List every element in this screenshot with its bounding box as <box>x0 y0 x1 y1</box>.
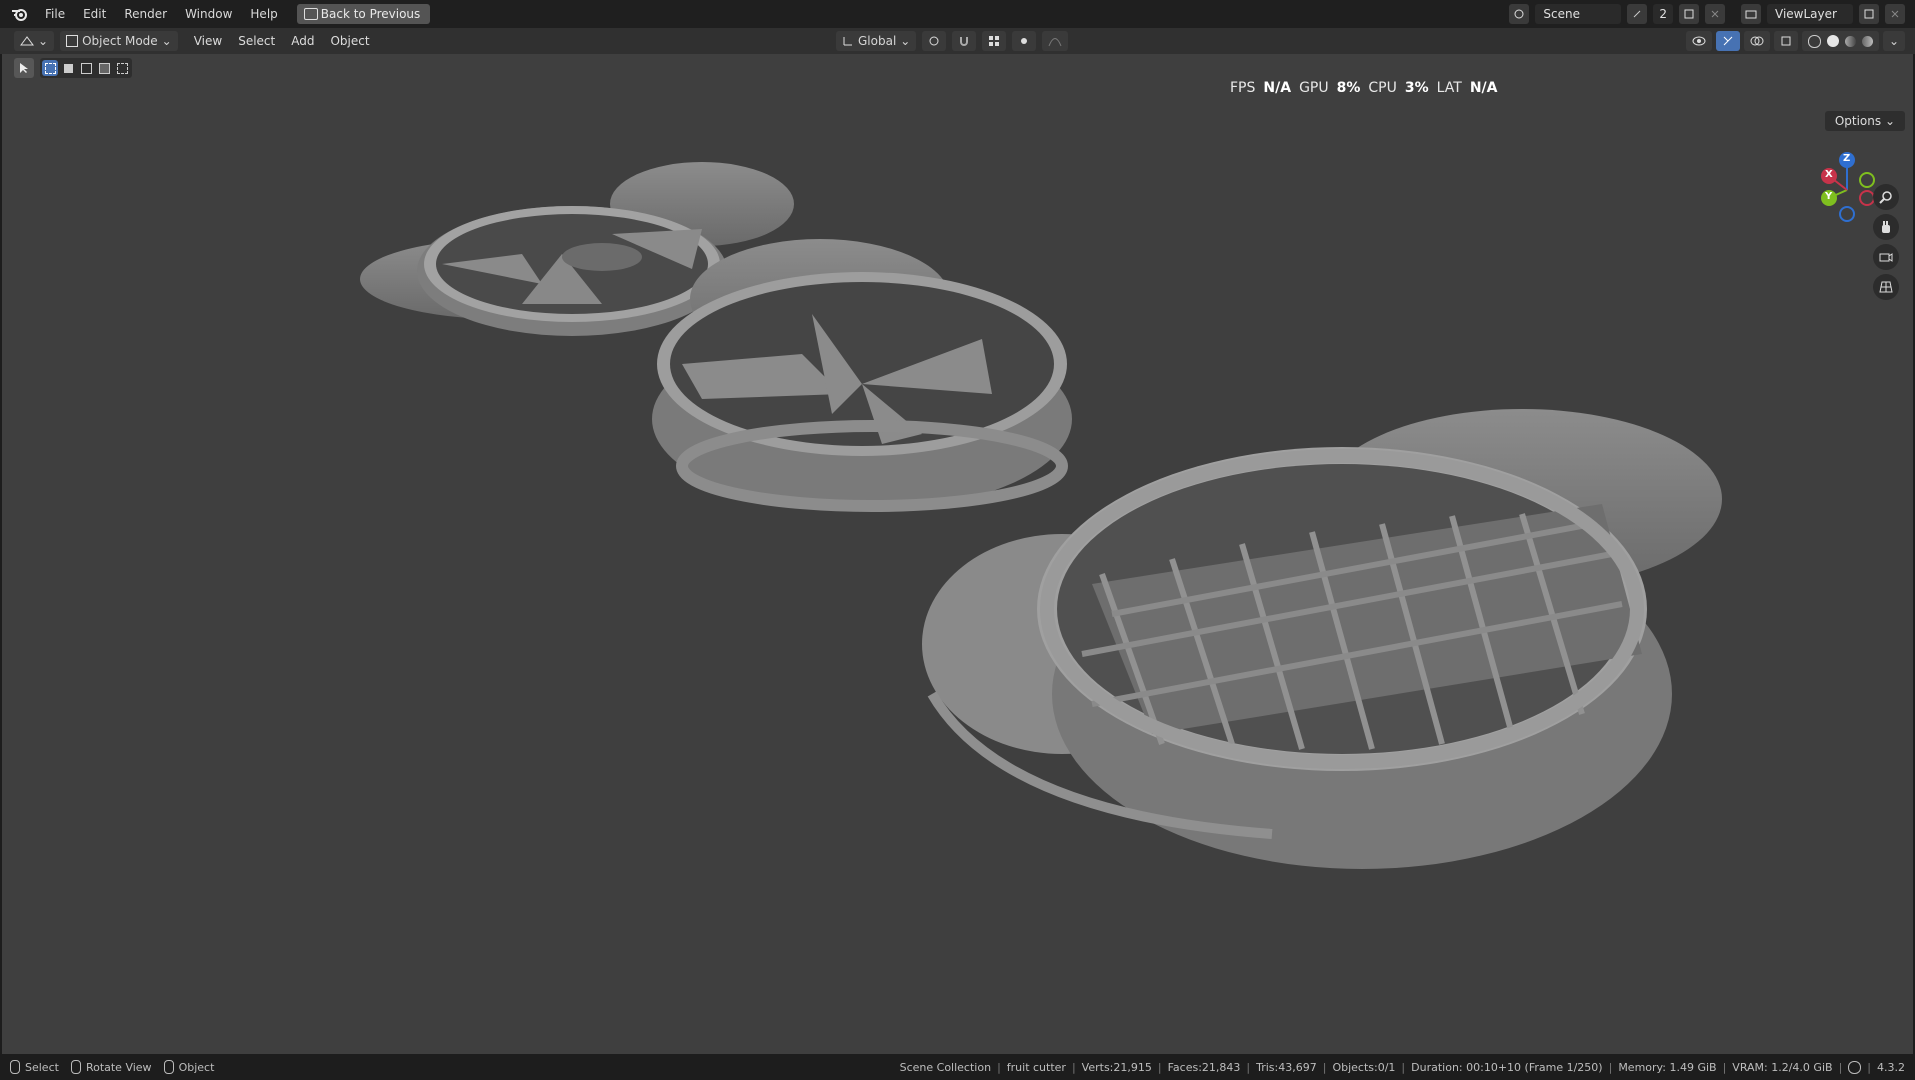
object-mode-label: Object Mode <box>82 34 158 48</box>
stat-tris: Tris:43,697 <box>1256 1060 1317 1074</box>
snap-grid-icon <box>989 36 1000 46</box>
gizmo-toggle[interactable] <box>1715 31 1740 51</box>
view-layer-field[interactable]: ViewLayer <box>1767 4 1853 24</box>
back-to-previous-label: Back to Previous <box>320 7 421 21</box>
header-menu-add[interactable]: Add <box>283 31 322 51</box>
material-shading-icon[interactable] <box>1844 35 1856 47</box>
globe-icon <box>1848 1060 1862 1074</box>
status-hints: Select Rotate View Object <box>10 1060 214 1074</box>
shading-mode-group <box>1801 31 1879 51</box>
pin-icon[interactable] <box>1627 4 1648 24</box>
stat-object-name: fruit cutter <box>1006 1060 1066 1074</box>
menu-edit[interactable]: Edit <box>74 0 115 28</box>
delete-view-layer-icon[interactable] <box>1885 4 1905 24</box>
editor-type-dropdown[interactable]: ⌄ <box>14 31 55 51</box>
transform-controls: Global ⌄ <box>836 31 1069 51</box>
chevron-down-icon: ⌄ <box>900 34 911 48</box>
hint-object-label: Object <box>178 1060 215 1074</box>
pivot-point-dropdown[interactable] <box>922 31 947 51</box>
scene-render <box>360 162 1722 869</box>
viewport-header: ⌄ Object Mode ⌄ View Select Add Object G… <box>0 28 1915 54</box>
proportional-editing-toggle[interactable] <box>1012 31 1037 51</box>
header-menu-select[interactable]: Select <box>230 31 283 51</box>
magnet-icon <box>960 37 969 46</box>
solid-shading-icon[interactable] <box>1826 35 1839 47</box>
new-view-layer-icon[interactable] <box>1859 4 1879 24</box>
view-layer-name: ViewLayer <box>1775 7 1837 21</box>
orientation-axis-icon <box>843 37 852 46</box>
header-menu-object[interactable]: Object <box>322 31 377 51</box>
proportional-edit-icon <box>1021 38 1028 44</box>
viewport-shading-controls: ⌄ <box>1685 31 1905 51</box>
scene-type-icon[interactable] <box>1509 4 1530 24</box>
shading-options-dropdown[interactable]: ⌄ <box>1882 31 1905 51</box>
3d-viewport-icon <box>20 36 34 46</box>
hint-select-label: Select <box>25 1060 59 1074</box>
scene-users-count[interactable]: 2 <box>1653 4 1673 24</box>
mouse-right-icon <box>163 1060 174 1074</box>
status-bar: Select Rotate View Object Scene Collecti… <box>0 1054 1915 1080</box>
xray-icon <box>1781 36 1791 46</box>
overlay-toggle[interactable] <box>1743 31 1770 51</box>
rendered-shading-icon[interactable] <box>1861 35 1873 47</box>
chevron-down-icon: ⌄ <box>161 34 172 48</box>
mouse-left-icon <box>10 1060 20 1074</box>
proportional-falloff-dropdown[interactable] <box>1042 31 1069 51</box>
stat-duration: Duration: 00:10+10 (Frame 1/250) <box>1411 1060 1603 1074</box>
stat-verts: Verts:21,915 <box>1081 1060 1152 1074</box>
scene-name-field[interactable]: Scene <box>1535 4 1622 24</box>
screen-back-icon <box>303 8 318 20</box>
scene-name: Scene <box>1543 7 1580 21</box>
menu-file[interactable]: File <box>36 0 74 28</box>
visibility-dropdown[interactable] <box>1685 31 1712 51</box>
scene-users-value: 2 <box>1659 7 1667 21</box>
falloff-curve-icon <box>1048 38 1062 47</box>
3d-viewport[interactable]: FPS N/A GPU 8% CPU 3% LAT N/A Options ⌄ Z Y … <box>2 54 1913 1054</box>
hint-rotate-label: Rotate View <box>85 1060 152 1074</box>
snap-target-dropdown[interactable] <box>982 31 1007 51</box>
menu-window[interactable]: Window <box>176 0 241 28</box>
mouse-middle-icon <box>70 1060 81 1074</box>
stat-faces: Faces:21,843 <box>1167 1060 1241 1074</box>
xray-toggle[interactable] <box>1773 31 1798 51</box>
chevron-down-icon: ⌄ <box>38 34 49 48</box>
blender-logo-icon[interactable] <box>10 4 30 24</box>
delete-scene-icon[interactable] <box>1705 4 1725 24</box>
transform-orientation-label: Global <box>858 34 897 48</box>
object-mode-icon <box>66 35 79 47</box>
new-scene-icon[interactable] <box>1679 4 1699 24</box>
view-layer-icon[interactable] <box>1741 4 1761 24</box>
eye-icon <box>1692 36 1706 46</box>
hint-rotate-view: Rotate View <box>70 1060 152 1074</box>
stat-objects: Objects:0/1 <box>1332 1060 1396 1074</box>
back-to-previous-button[interactable]: Back to Previous <box>296 4 431 24</box>
menu-help[interactable]: Help <box>241 0 286 28</box>
hint-select: Select <box>10 1060 59 1074</box>
gizmo-icon <box>1723 36 1733 46</box>
pivot-point-icon <box>929 36 939 46</box>
snap-toggle[interactable] <box>952 31 977 51</box>
hint-object: Object <box>163 1060 215 1074</box>
wireframe-shading-icon[interactable] <box>1807 34 1821 48</box>
stat-collection: Scene Collection <box>899 1060 992 1074</box>
top-right-controls: Scene 2 ViewLayer <box>1509 4 1905 24</box>
top-menu-bar: File Edit Render Window Help Back to Pre… <box>0 0 1915 28</box>
main-menu: File Edit Render Window Help <box>36 0 287 28</box>
menu-render[interactable]: Render <box>115 0 176 28</box>
scene-statistics: Scene Collection | fruit cutter | Verts:21… <box>899 1060 1905 1074</box>
chevron-down-icon: ⌄ <box>1888 34 1899 48</box>
overlay-icon <box>1750 36 1764 46</box>
object-mode-dropdown[interactable]: Object Mode ⌄ <box>60 31 178 51</box>
transform-orientation-dropdown[interactable]: Global ⌄ <box>836 31 917 51</box>
stat-memory: Memory: 1.49 GiB <box>1618 1060 1717 1074</box>
blender-version: 4.3.2 <box>1877 1060 1905 1074</box>
fruit-cutter-medium[interactable] <box>652 239 1072 512</box>
header-menu-view[interactable]: View <box>186 31 230 51</box>
stat-vram: VRAM: 1.2/4.0 GiB <box>1732 1060 1833 1074</box>
